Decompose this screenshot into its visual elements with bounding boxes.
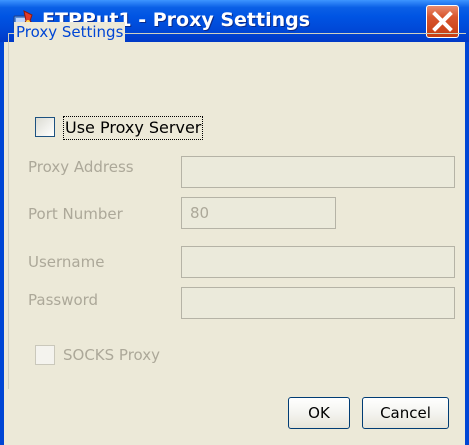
proxy-address-field[interactable] — [181, 156, 455, 188]
port-number-label: Port Number — [28, 205, 123, 223]
ok-button[interactable]: OK — [288, 397, 350, 429]
socks-proxy-checkbox[interactable] — [35, 345, 55, 365]
password-label: Password — [28, 291, 99, 309]
use-proxy-label[interactable]: Use Proxy Server — [63, 116, 204, 140]
groupbox-legend: Proxy Settings — [14, 22, 126, 42]
password-field[interactable] — [181, 287, 455, 319]
username-label: Username — [28, 253, 105, 271]
proxy-address-label: Proxy Address — [28, 158, 134, 176]
proxy-settings-dialog: FTPPut1 - Proxy Settings Proxy Settings … — [0, 0, 469, 445]
use-proxy-checkbox[interactable] — [35, 117, 55, 137]
socks-proxy-label: SOCKS Proxy — [63, 346, 161, 364]
username-field[interactable] — [181, 246, 455, 278]
cancel-button[interactable]: Cancel — [362, 397, 449, 429]
port-number-field[interactable]: 80 — [181, 197, 336, 229]
